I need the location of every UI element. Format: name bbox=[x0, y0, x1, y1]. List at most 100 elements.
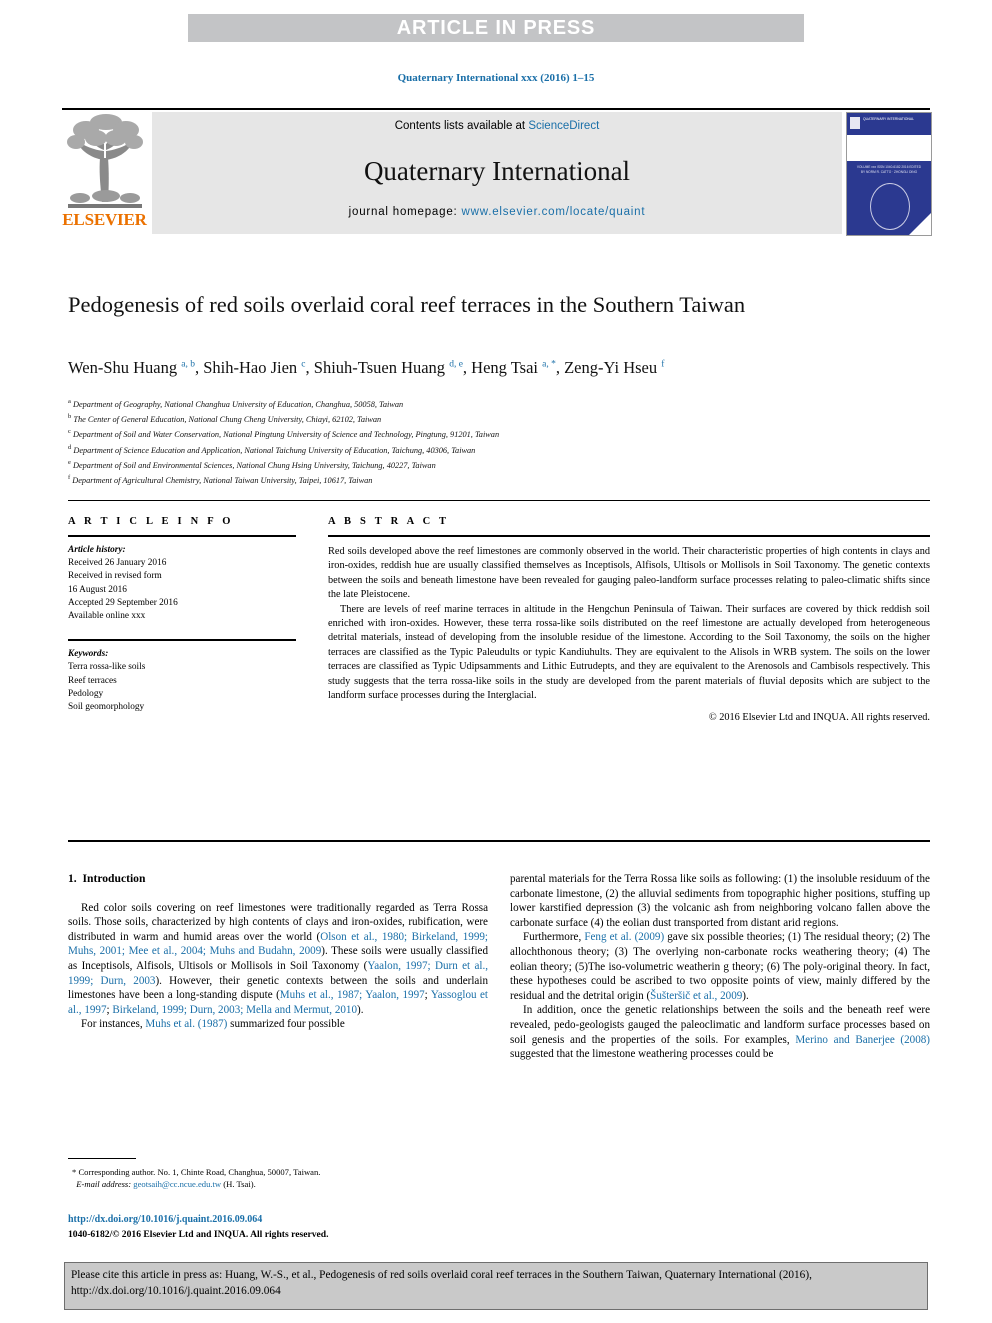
article-history-item: Accepted 29 September 2016 bbox=[68, 597, 178, 608]
paragraph: In addition, once the genetic relationsh… bbox=[510, 1003, 930, 1061]
journal-homepage-line: journal homepage: www.elsevier.com/locat… bbox=[152, 206, 842, 218]
cover-white-band bbox=[847, 135, 931, 161]
keyword-item: Reef terraces bbox=[68, 675, 117, 686]
paragraph-text: summarized four possible bbox=[227, 1018, 345, 1031]
cover-title-text: QUATERNARY INTERNATIONAL bbox=[863, 117, 914, 121]
body-top-rule bbox=[68, 840, 930, 842]
journal-title: Quaternary International bbox=[363, 156, 631, 186]
body-right-column: parental materials for the Terra Rossa l… bbox=[510, 872, 930, 1062]
journal-reference-line: Quaternary International xxx (2016) 1–15 bbox=[397, 72, 595, 84]
author-affiliation-marks[interactable]: c bbox=[301, 360, 305, 370]
keywords-divider bbox=[68, 639, 296, 642]
affiliation-item: b The Center of General Education, Natio… bbox=[68, 411, 928, 426]
corresponding-author-footnote: * Corresponding author. No. 1, Chinte Ro… bbox=[72, 1166, 484, 1190]
cover-fold-corner-icon bbox=[909, 213, 931, 235]
affiliation-mark: f bbox=[68, 473, 71, 481]
keywords-label: Keywords: bbox=[68, 649, 109, 660]
citation-link[interactable]: Šušteršič et al., 2009 bbox=[650, 990, 742, 1002]
author-affiliation-marks[interactable]: f bbox=[661, 360, 664, 370]
info-section-top-rule bbox=[68, 500, 930, 501]
affiliation-text: Department of Geography, National Changh… bbox=[72, 399, 404, 409]
abstract-copyright: © 2016 Elsevier Ltd and INQUA. All right… bbox=[708, 712, 930, 724]
cite-this-article-text: Please cite this article in press as: Hu… bbox=[71, 1269, 812, 1297]
cover-volume-text: VOLUME xxx ISSN 1040-6182 2016 EDITED BY… bbox=[856, 165, 922, 174]
abstract-paragraph: There are levels of reef marine terraces… bbox=[328, 603, 930, 702]
journal-homepage-link[interactable]: www.elsevier.com/locate/quaint bbox=[462, 206, 646, 218]
masthead: ELSEVIER Contents lists available at Sci… bbox=[62, 112, 932, 236]
cover-publisher-badge bbox=[850, 117, 860, 129]
section-heading-introduction: 1. Introduction bbox=[68, 872, 488, 887]
body-left-column: 1. Introduction Red color soils covering… bbox=[68, 872, 488, 1032]
cover-header-band: QUATERNARY INTERNATIONAL bbox=[847, 113, 931, 135]
keyword-item: Terra rossa-like soils bbox=[68, 662, 146, 673]
paragraph-text: Furthermore, bbox=[523, 931, 585, 944]
paragraph: Furthermore, Feng et al. (2009) gave six… bbox=[510, 930, 930, 1003]
affiliation-item: d Department of Science Education and Ap… bbox=[68, 442, 928, 457]
elsevier-logo: ELSEVIER bbox=[62, 112, 147, 234]
author-affiliation-marks[interactable]: d, e bbox=[449, 360, 463, 370]
article-history-item: Received in revised form bbox=[68, 571, 162, 582]
abstract-heading: A B S T R A C T bbox=[328, 516, 450, 527]
inqua-seal-icon bbox=[870, 183, 910, 230]
section-title: Introduction bbox=[82, 872, 146, 885]
author-affiliation-marks[interactable]: a, * bbox=[542, 360, 556, 370]
paragraph-text: suggested that the limestone weathering … bbox=[510, 1048, 774, 1061]
issn-copyright-line: 1040-6182/© 2016 Elsevier Ltd and INQUA.… bbox=[68, 1229, 329, 1240]
journal-cover-thumbnail[interactable]: QUATERNARY INTERNATIONAL VOLUME xxx ISSN… bbox=[846, 112, 932, 236]
elsevier-wordmark: ELSEVIER bbox=[62, 210, 147, 229]
author-list: Wen-Shu Huang a, b, Shih-Hao Jien c, Shi… bbox=[68, 358, 665, 377]
citation-link[interactable]: Feng et al. (2009) bbox=[584, 931, 664, 943]
keyword-item: Soil geomorphology bbox=[68, 702, 145, 713]
citation-link[interactable]: Muhs et al. (1987) bbox=[145, 1018, 227, 1030]
sciencedirect-link[interactable]: ScienceDirect bbox=[528, 120, 599, 132]
article-info-divider bbox=[68, 535, 296, 537]
email-link[interactable]: geotsaih@cc.ncue.edu.tw bbox=[133, 1179, 221, 1189]
elsevier-tree-icon bbox=[67, 114, 143, 208]
article-info-heading: A R T I C L E I N F O bbox=[68, 516, 234, 527]
affiliation-mark: d bbox=[68, 443, 72, 451]
email-owner: (H. Tsai). bbox=[223, 1179, 256, 1189]
citation-link[interactable]: Muhs et al., 1987; Yaalon, 1997 bbox=[280, 989, 425, 1001]
author-name: Zeng-Yi Hseu bbox=[564, 358, 658, 377]
affiliation-item: f Department of Agricultural Chemistry, … bbox=[68, 472, 928, 487]
masthead-top-rule bbox=[62, 108, 930, 110]
article-in-press-banner: ARTICLE IN PRESS bbox=[188, 14, 804, 42]
article-history-item: Available online xxx bbox=[68, 611, 146, 622]
author-name: Shiuh-Tsuen Huang bbox=[313, 358, 446, 377]
footnote-corresponding-text: Corresponding author. No. 1, Chinte Road… bbox=[78, 1167, 321, 1177]
footnote-star-marker: * bbox=[72, 1167, 77, 1177]
contents-list-line: Contents lists available at ScienceDirec… bbox=[152, 120, 842, 132]
affiliation-mark: a bbox=[68, 398, 71, 405]
affiliation-text: The Center of General Education, Nationa… bbox=[73, 414, 382, 424]
affiliation-item: a Department of Geography, National Chan… bbox=[68, 396, 928, 411]
affiliation-mark: c bbox=[68, 428, 71, 436]
citation-link[interactable]: Merino and Banerjee (2008) bbox=[795, 1034, 930, 1046]
paragraph: parental materials for the Terra Rossa l… bbox=[510, 873, 930, 929]
page-title: Pedogenesis of red soils overlaid coral … bbox=[68, 292, 746, 317]
article-info-column: A R T I C L E I N F O Article history: R… bbox=[68, 516, 298, 714]
affiliation-text: Department of Agricultural Chemistry, Na… bbox=[72, 475, 373, 485]
journal-homepage-label: journal homepage: bbox=[348, 206, 462, 218]
email-label: E-mail address: bbox=[76, 1179, 132, 1189]
article-history-label: Article history: bbox=[68, 545, 126, 555]
contents-list-prefix: Contents lists available at bbox=[394, 120, 529, 132]
paragraph: For instances, Muhs et al. (1987) summar… bbox=[68, 1017, 488, 1032]
section-number: 1. bbox=[68, 872, 77, 885]
article-history-item: Received 26 January 2016 bbox=[68, 558, 167, 569]
citation-link[interactable]: Birkeland, 1999; Durn, 2003; Mella and M… bbox=[112, 1004, 357, 1016]
affiliation-text: Department of Science Education and Appl… bbox=[73, 445, 476, 455]
author-name: Shih-Hao Jien bbox=[203, 358, 298, 377]
paragraph-text: For instances, bbox=[81, 1018, 146, 1031]
doi-link[interactable]: http://dx.doi.org/10.1016/j.quaint.2016.… bbox=[68, 1214, 262, 1225]
abstract-column: A B S T R A C T Red soils developed abov… bbox=[328, 516, 930, 723]
affiliation-item: e Department of Soil and Environmental S… bbox=[68, 457, 928, 472]
affiliation-mark: b bbox=[68, 413, 72, 421]
cite-this-article-box: Please cite this article in press as: Hu… bbox=[64, 1262, 928, 1310]
affiliation-list: a Department of Geography, National Chan… bbox=[68, 396, 928, 487]
author-affiliation-marks[interactable]: a, b bbox=[181, 360, 195, 370]
keyword-item: Pedology bbox=[68, 688, 104, 699]
article-history-item: 16 August 2016 bbox=[68, 584, 127, 595]
footnote-rule bbox=[68, 1158, 136, 1159]
author-name: Heng Tsai bbox=[471, 358, 538, 377]
abstract-paragraph: Red soils developed above the reef limes… bbox=[328, 546, 930, 601]
